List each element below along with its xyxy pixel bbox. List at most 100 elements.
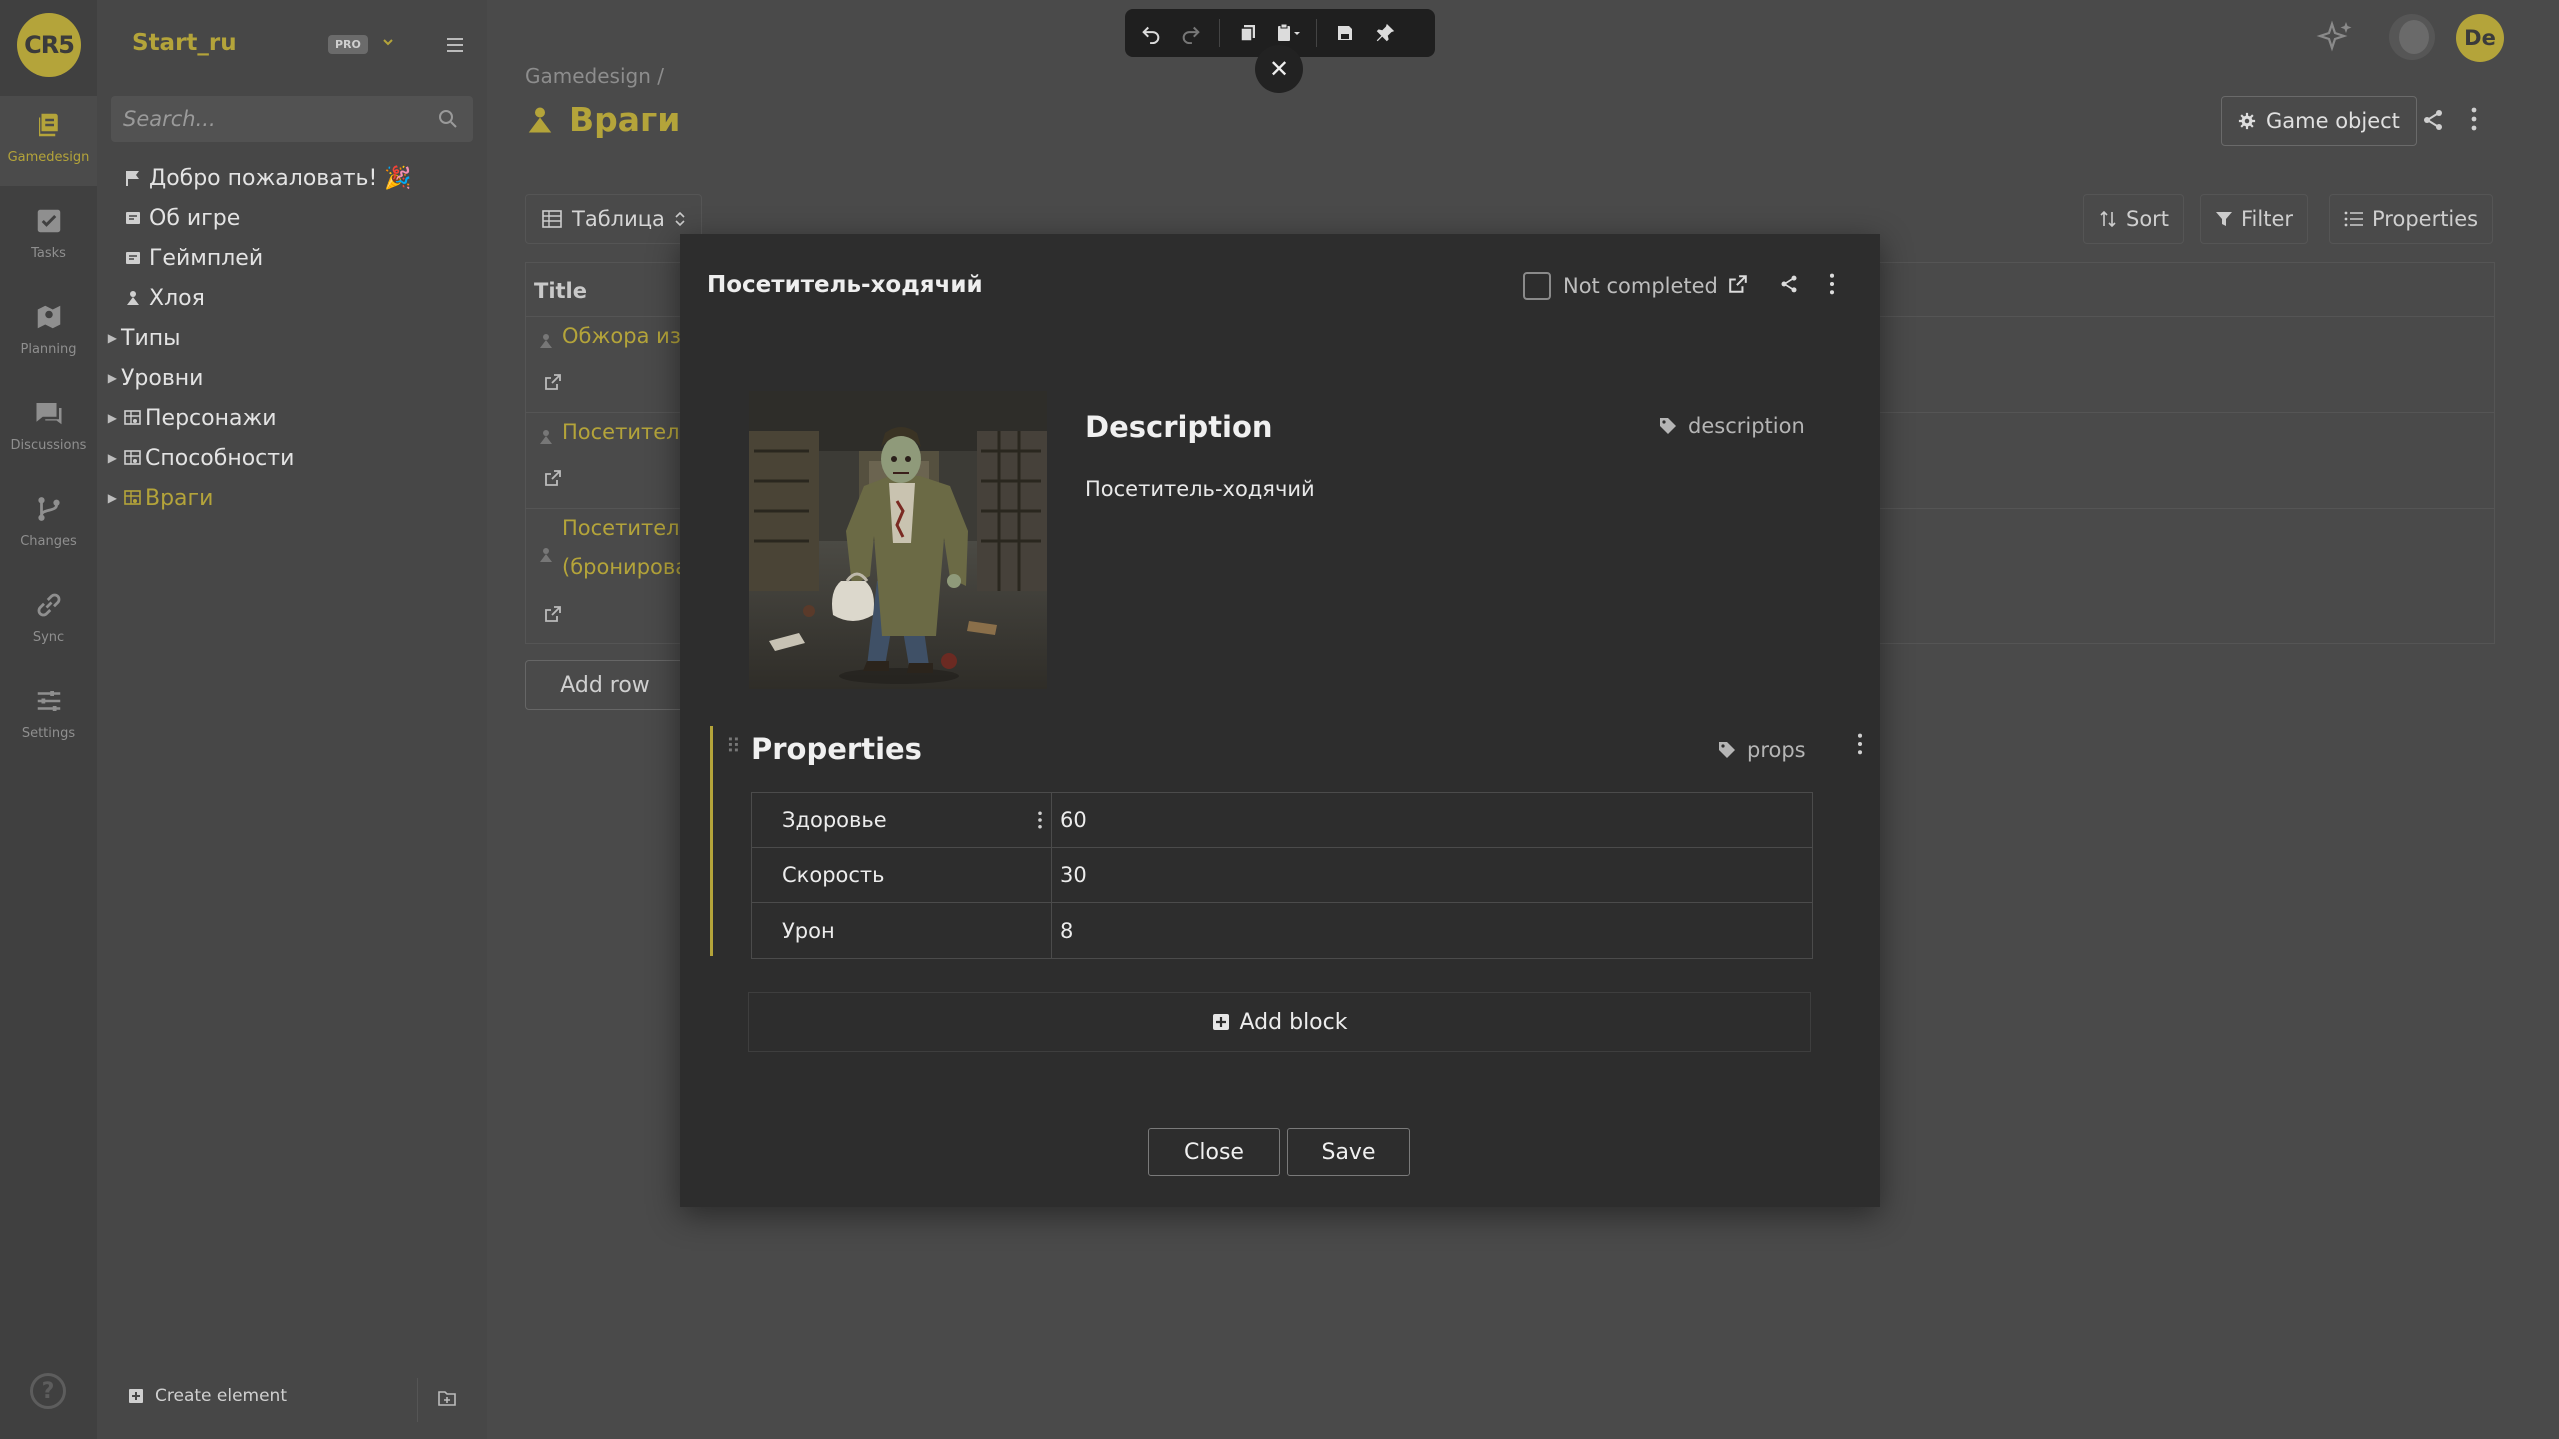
close-button[interactable]: Close: [1148, 1128, 1280, 1176]
copy-icon[interactable]: [1230, 15, 1266, 51]
more-vertical-icon[interactable]: [1828, 272, 1836, 296]
tree-item-welcome[interactable]: Добро пожаловать! 🎉: [97, 158, 487, 198]
caret-right-icon[interactable]: ▶: [97, 411, 121, 425]
tree-item-abilities[interactable]: ▶ Способности: [97, 438, 487, 478]
tree-item-label: Геймплей: [149, 245, 264, 271]
create-element-button[interactable]: Create element: [127, 1386, 287, 1406]
caret-right-icon[interactable]: ▶: [97, 451, 121, 465]
share-icon[interactable]: [1779, 274, 1799, 294]
open-external-icon[interactable]: [544, 605, 562, 627]
row-title-link-line2[interactable]: (бронирова: [562, 548, 688, 587]
tree-item-enemies[interactable]: ▶ Враги: [97, 478, 487, 518]
more-vertical-icon[interactable]: [1856, 732, 1864, 756]
tree-item-label: Враги: [145, 485, 214, 511]
undo-icon[interactable]: [1133, 15, 1169, 51]
open-external-icon[interactable]: [544, 469, 562, 491]
caret-right-icon[interactable]: ▶: [97, 491, 121, 505]
description-tag[interactable]: description: [1658, 414, 1805, 438]
avatar[interactable]: De: [2456, 14, 2504, 62]
rail-item-changes[interactable]: Changes: [0, 480, 97, 570]
properties-label: Properties: [2372, 207, 2479, 231]
tree-item-types[interactable]: ▶ Типы: [97, 318, 487, 358]
tag-icon: [1717, 740, 1737, 760]
view-switch[interactable]: Таблица: [525, 194, 702, 244]
caret-right-icon[interactable]: ▶: [97, 371, 121, 385]
row-title-link[interactable]: Посетитель: [562, 509, 692, 548]
add-row-button[interactable]: Add row: [525, 660, 685, 710]
sort-label: Sort: [2126, 207, 2170, 231]
save-icon[interactable]: [1327, 15, 1363, 51]
save-button[interactable]: Save: [1287, 1128, 1410, 1176]
hamburger-menu-icon[interactable]: [444, 34, 466, 56]
search-input[interactable]: [123, 96, 423, 142]
view-switch-label: Таблица: [572, 207, 665, 231]
tree-item-about[interactable]: Об игре: [97, 198, 487, 238]
app-logo[interactable]: CR5: [17, 13, 81, 77]
search-icon[interactable]: [437, 108, 459, 130]
rail-item-discussions[interactable]: Discussions: [0, 384, 97, 474]
ai-sparkle-icon[interactable]: [2316, 18, 2356, 58]
add-folder-icon[interactable]: [437, 1388, 457, 1408]
property-value[interactable]: 60: [1052, 793, 1812, 847]
theme-toggle[interactable]: [2389, 14, 2435, 60]
game-object-button[interactable]: Game object: [2221, 96, 2417, 146]
filter-button[interactable]: Filter: [2200, 194, 2309, 244]
tree-item-gameplay[interactable]: Геймплей: [97, 238, 487, 278]
properties-tag[interactable]: props: [1717, 738, 1806, 762]
pin-icon[interactable]: [1367, 15, 1403, 51]
project-name[interactable]: Start_ru: [132, 30, 237, 56]
property-value[interactable]: 8: [1052, 903, 1812, 958]
more-vertical-icon[interactable]: [1037, 810, 1043, 835]
caret-right-icon[interactable]: ▶: [97, 331, 121, 345]
column-header-title[interactable]: Title: [534, 279, 587, 303]
project-tree-panel: Start_ru PRO Добро пожаловать! 🎉 Об игре…: [97, 0, 487, 1439]
character-icon: [538, 547, 554, 567]
share-icon[interactable]: [2421, 108, 2445, 132]
add-block-button[interactable]: Add block: [748, 992, 1811, 1052]
open-external-icon[interactable]: [544, 373, 562, 395]
property-row: Здоровье 60: [752, 793, 1812, 848]
more-vertical-icon[interactable]: [2470, 106, 2478, 132]
open-external-icon[interactable]: [1728, 274, 1748, 294]
property-key[interactable]: Здоровье: [752, 793, 1052, 847]
toolbar-close-button[interactable]: ✕: [1255, 45, 1303, 93]
tree-item-levels[interactable]: ▶ Уровни: [97, 358, 487, 398]
property-value[interactable]: 30: [1052, 848, 1812, 902]
help-icon[interactable]: ?: [30, 1373, 66, 1409]
row-title-link[interactable]: Посетитель: [562, 413, 692, 452]
sort-button[interactable]: Sort: [2083, 194, 2185, 244]
add-block-label: Add block: [1239, 1009, 1348, 1035]
property-key-label: Здоровье: [782, 808, 887, 832]
properties-tag-label: props: [1747, 738, 1806, 762]
table-icon: [121, 488, 145, 508]
drag-handle-icon[interactable]: ⠿: [726, 734, 741, 758]
enemy-image[interactable]: [749, 391, 1047, 689]
chevron-down-icon[interactable]: [382, 36, 394, 48]
checkbox-box[interactable]: [1523, 272, 1551, 300]
completion-label: Not completed: [1563, 274, 1718, 298]
rail-item-sync[interactable]: Sync: [0, 576, 97, 666]
property-key[interactable]: Урон: [752, 903, 1052, 958]
tree-item-characters[interactable]: ▶ Персонажи: [97, 398, 487, 438]
completion-checkbox[interactable]: Not completed: [1523, 272, 1718, 300]
properties-table: Здоровье 60 Скорость 30 Урон 8: [751, 792, 1813, 959]
left-rail: CR5 Gamedesign Tasks Planning Discussion…: [0, 0, 97, 1439]
rail-item-planning[interactable]: Planning: [0, 288, 97, 378]
tree-item-label: Уровни: [121, 365, 204, 391]
breadcrumb[interactable]: Gamedesign /: [525, 64, 664, 88]
description-text[interactable]: Посетитель-ходячий: [1085, 477, 1315, 501]
gear-icon: [2238, 112, 2256, 130]
rail-item-settings[interactable]: Settings: [0, 672, 97, 762]
rail-item-tasks[interactable]: Tasks: [0, 192, 97, 282]
property-key[interactable]: Скорость: [752, 848, 1052, 902]
property-key-label: Урон: [782, 918, 835, 943]
changes-icon: [34, 494, 64, 524]
properties-button[interactable]: Properties: [2329, 194, 2494, 244]
rail-item-gamedesign[interactable]: Gamedesign: [0, 96, 97, 186]
search-field[interactable]: [111, 96, 473, 142]
tree-item-chloe[interactable]: Хлоя: [97, 278, 487, 318]
sort-updown-icon: [675, 211, 685, 227]
row-title-link[interactable]: Обжора из: [562, 317, 681, 356]
table-icon: [121, 408, 145, 428]
redo-icon[interactable]: [1173, 15, 1209, 51]
